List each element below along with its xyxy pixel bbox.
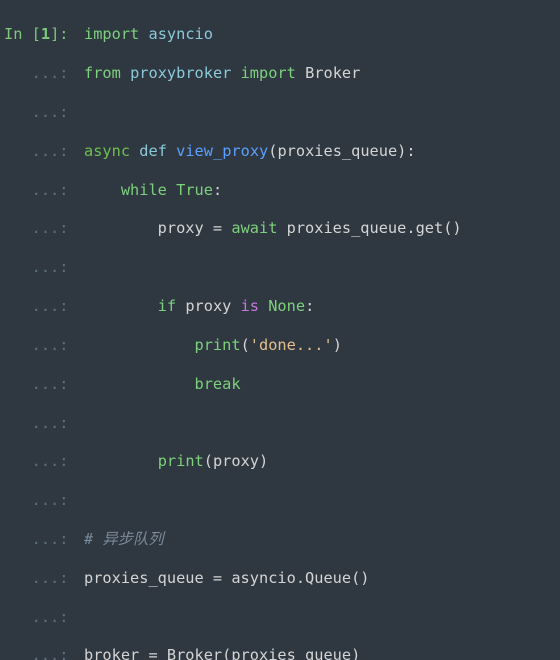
prompt-cont: ...: <box>4 452 84 471</box>
code-content: broker = Broker(proxies_queue) <box>84 646 360 660</box>
prompt-cont: ...: <box>4 103 84 122</box>
code-line: ...: break <box>4 375 556 394</box>
code-line: ...: <box>4 103 556 122</box>
prompt-cont: ...: <box>4 336 84 355</box>
code-line: ...: print(proxy) <box>4 452 556 471</box>
code-line: ...: <box>4 414 556 433</box>
code-content: import asyncio <box>84 25 213 44</box>
code-line: ...: async def view_proxy(proxies_queue)… <box>4 142 556 161</box>
prompt-cont: ...: <box>4 491 84 510</box>
prompt-cont: ...: <box>4 646 84 660</box>
code-line: ...: <box>4 258 556 277</box>
code-line: ...: print('done...') <box>4 336 556 355</box>
code-content: proxy = await proxies_queue.get() <box>84 219 462 238</box>
code-line: ...: <box>4 491 556 510</box>
code-content: # 异步队列 <box>84 530 164 549</box>
code-content: if proxy is None: <box>84 297 314 316</box>
code-content: from proxybroker import Broker <box>84 64 360 83</box>
prompt-cont: ...: <box>4 414 84 433</box>
code-line: ...: proxies_queue = asyncio.Queue() <box>4 569 556 588</box>
code-content: print('done...') <box>84 336 342 355</box>
code-content: break <box>84 375 241 394</box>
code-line: ...: from proxybroker import Broker <box>4 64 556 83</box>
code-content: print(proxy) <box>84 452 268 471</box>
prompt-cont: ...: <box>4 219 84 238</box>
prompt-cont: ...: <box>4 181 84 200</box>
prompt-in: In [1]: <box>4 25 84 44</box>
prompt-cont: ...: <box>4 297 84 316</box>
code-line: ...: proxy = await proxies_queue.get() <box>4 219 556 238</box>
prompt-cont: ...: <box>4 530 84 549</box>
code-content: async def view_proxy(proxies_queue): <box>84 142 416 161</box>
code-line: ...: if proxy is None: <box>4 297 556 316</box>
code-content: while True: <box>84 181 222 200</box>
prompt-cont: ...: <box>4 569 84 588</box>
code-content: proxies_queue = asyncio.Queue() <box>84 569 370 588</box>
code-line: ...: broker = Broker(proxies_queue) <box>4 646 556 660</box>
code-line: ...: <box>4 608 556 627</box>
prompt-cont: ...: <box>4 608 84 627</box>
prompt-cont: ...: <box>4 64 84 83</box>
prompt-cont: ...: <box>4 142 84 161</box>
code-line: ...: while True: <box>4 181 556 200</box>
prompt-cont: ...: <box>4 258 84 277</box>
prompt-cont: ...: <box>4 375 84 394</box>
code-line: In [1]: import asyncio <box>4 25 556 44</box>
code-line: ...: # 异步队列 <box>4 530 556 549</box>
code-block: In [1]: import asyncio ...: from proxybr… <box>0 0 560 660</box>
